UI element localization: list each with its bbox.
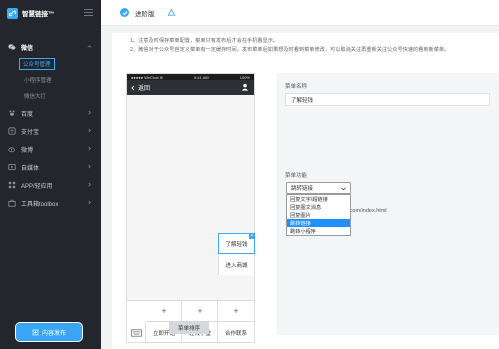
- menu-collapse-icon[interactable]: [84, 9, 93, 16]
- sidebar-subitem-wechat-other[interactable]: 微信大打: [0, 88, 101, 104]
- chevron-right-icon: [88, 128, 91, 133]
- option-reply-image[interactable]: 回复图片: [287, 211, 350, 219]
- weibo-icon: [8, 145, 16, 153]
- sidebar-item-weibo[interactable]: 微博: [0, 140, 101, 158]
- publish-content-button[interactable]: 内容发布: [15, 322, 83, 342]
- link-logo-icon: [7, 7, 18, 19]
- media-icon: [8, 163, 16, 171]
- menu-function-label: 菜单功能: [285, 173, 308, 179]
- menu-name-input[interactable]: 了解轻钱: [285, 93, 490, 106]
- note-line: 2、微信对于公众号自定义菜单有一定缓存时间，发布菜单后如果想及时看到菜单修改，可…: [130, 47, 450, 53]
- phone-header: 返回: [127, 80, 254, 95]
- option-jump-link[interactable]: 跳转链接: [287, 219, 350, 227]
- app-icon: [8, 181, 16, 189]
- sidebar-item-label: APP/轻应用: [21, 183, 53, 190]
- paw-icon: [8, 109, 16, 117]
- close-icon[interactable]: ×: [249, 233, 255, 239]
- brand-name: 智慧链接™: [22, 11, 55, 18]
- chevron-right-icon: [88, 182, 91, 187]
- chevron-right-icon: [88, 200, 91, 205]
- sidebar-item-label: 支付宝: [21, 129, 40, 136]
- sidebar-subitem-label: 公众号管理: [19, 58, 55, 70]
- option-reply-text[interactable]: 回复文字/超链接: [287, 195, 350, 203]
- submenu-popup: 了解轻钱 × 进入商城: [218, 233, 255, 275]
- main-content: 1、注意及时保存菜单配置，菜单只有发布后才会在手机看显示。 2、微信对于公众号自…: [112, 33, 499, 349]
- sidebar-item-app[interactable]: APP/轻应用: [0, 176, 101, 194]
- version-title: 进阶版: [135, 10, 155, 18]
- sidebar-subitem-official-account[interactable]: 公众号管理: [0, 56, 101, 72]
- submenu-item[interactable]: 进入商城: [218, 254, 255, 275]
- bell-icon[interactable]: [167, 8, 176, 17]
- carrier-text: ●●●●● WeChat ≋: [131, 74, 164, 80]
- notes: 1、注意及时保存菜单配置，菜单只有发布后才会在手机看显示。 2、微信对于公众号自…: [130, 37, 449, 55]
- add-submenu-button[interactable]: +: [146, 301, 182, 322]
- menu-name-label: 菜单名称: [285, 84, 308, 90]
- keyboard-icon[interactable]: [127, 322, 146, 343]
- add-submenu-button[interactable]: +: [182, 301, 218, 322]
- option-jump-miniprogram[interactable]: 跳转小程序: [287, 227, 350, 235]
- check-icon: [120, 8, 129, 17]
- sidebar-nav: 微信 公众号管理 小程序管理 微信大打 百度 支付宝 微博 自媒体 APP/轻应…: [0, 38, 101, 212]
- sidebar-item-wechat[interactable]: 微信: [0, 38, 101, 56]
- sidebar-item-label: 百度: [21, 111, 34, 118]
- add-submenu-button[interactable]: +: [218, 301, 254, 322]
- menu-item[interactable]: 合作联系: [218, 322, 254, 343]
- wechat-icon: [8, 43, 16, 51]
- menu-function-select[interactable]: 跳转链接: [286, 182, 351, 194]
- submenu-item-selected[interactable]: 了解轻钱 ×: [218, 233, 255, 254]
- menu-edit-panel: 菜单名称 了解轻钱 菜单功能 跳转链接 na.com/index.html 回复…: [277, 73, 499, 335]
- menu-sort-button[interactable]: 菜单排序: [169, 321, 209, 334]
- chevron-right-icon: [88, 164, 91, 169]
- sidebar-item-label: 微博: [21, 147, 34, 154]
- submenu-item-label: 了解轻钱: [225, 241, 248, 248]
- sidebar: 智慧链接™ 微信 公众号管理 小程序管理 微信大打 百度 支付宝 微博 自媒体 …: [0, 0, 101, 349]
- sidebar-item-label: 微信: [21, 45, 34, 52]
- toolbox-icon: [8, 199, 16, 207]
- alipay-icon: [8, 127, 16, 135]
- sidebar-item-toolbox[interactable]: 工具箱toolbox: [0, 194, 101, 212]
- topbar: 进阶版: [101, 0, 499, 26]
- sidebar-item-self-media[interactable]: 自媒体: [0, 158, 101, 176]
- option-reply-news[interactable]: 回复图文消息: [287, 203, 350, 211]
- menu-column: + 合作联系: [218, 301, 254, 343]
- clock-text: 9:41 AM: [194, 74, 209, 80]
- chevron-left-icon[interactable]: [130, 85, 136, 91]
- function-options-list: 回复文字/超链接 回复图文消息 回复图片 跳转链接 跳转小程序: [286, 194, 351, 236]
- sidebar-item-alipay[interactable]: 支付宝: [0, 122, 101, 140]
- chevron-down-icon: [341, 187, 346, 191]
- sidebar-item-label: 工具箱toolbox: [21, 201, 59, 208]
- note-line: 1、注意及时保存菜单配置，菜单只有发布后才会在手机看显示。: [130, 38, 279, 44]
- user-icon[interactable]: [241, 83, 249, 91]
- battery-text: 100%: [239, 74, 250, 80]
- sidebar-item-baidu[interactable]: 百度: [0, 104, 101, 122]
- publish-label: 内容发布: [41, 330, 66, 337]
- phone-preview: ●●●●● WeChat ≋ 9:41 AM 100% 返回 了解轻钱 × 进入…: [126, 73, 255, 343]
- sidebar-subitem-mini-program[interactable]: 小程序管理: [0, 72, 101, 88]
- publish-icon: [32, 329, 39, 335]
- chevron-right-icon: [88, 110, 91, 115]
- chevron-up-icon: [87, 45, 92, 48]
- sidebar-item-label: 自媒体: [21, 165, 40, 172]
- select-value: 跳转链接: [291, 186, 314, 192]
- chevron-right-icon: [88, 146, 91, 151]
- back-label[interactable]: 返回: [138, 83, 150, 92]
